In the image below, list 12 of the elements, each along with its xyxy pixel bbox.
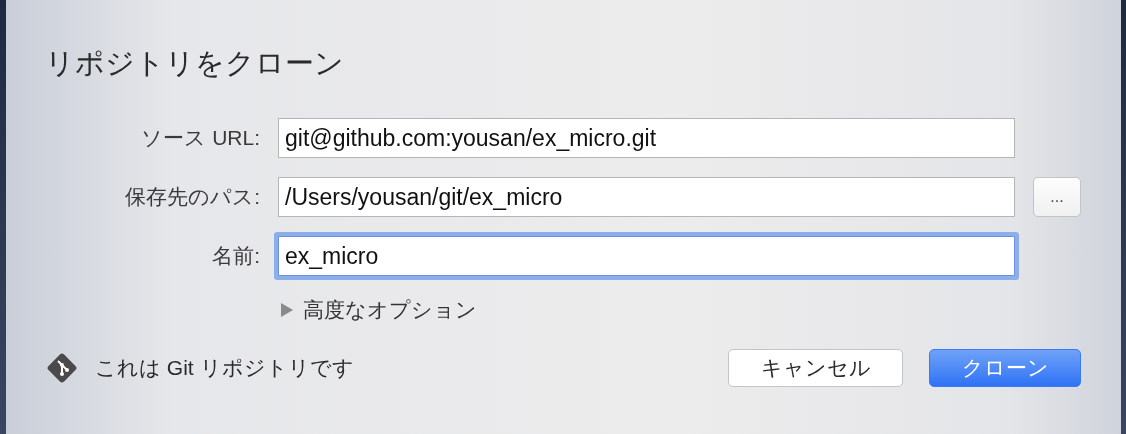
- cancel-button[interactable]: キャンセル: [728, 349, 903, 387]
- text-field[interactable]: git@github.com:yousan/ex_micro.git: [278, 118, 1015, 158]
- field-label: 保存先のパス:: [124, 184, 260, 210]
- field-label: 名前:: [211, 243, 260, 269]
- field-label: ソース URL:: [140, 125, 260, 151]
- status-text: これは Git リポジトリです: [95, 355, 354, 381]
- disclosure-button[interactable]: 高度なオプション: [281, 296, 477, 324]
- text-field[interactable]: /Users/yousan/git/ex_micro: [278, 177, 1015, 217]
- text-field[interactable]: ex_micro: [278, 236, 1015, 276]
- advanced-options-label: 高度なオプション: [303, 297, 477, 323]
- dialog-title: リポジトリをクローン: [45, 46, 345, 81]
- browse-button[interactable]: ...: [1033, 177, 1081, 217]
